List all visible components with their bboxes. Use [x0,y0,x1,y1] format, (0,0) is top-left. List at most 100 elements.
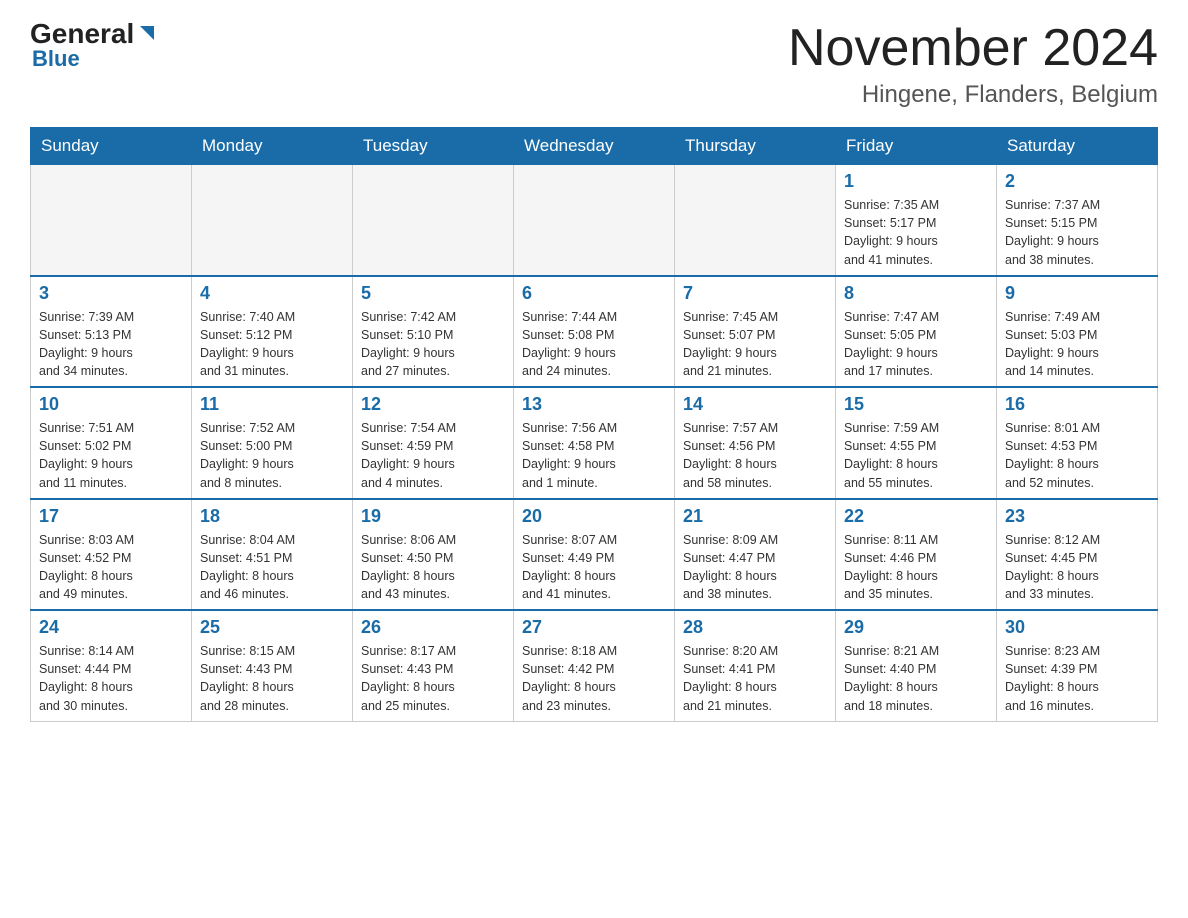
day-info: Sunrise: 7:45 AM Sunset: 5:07 PM Dayligh… [683,308,827,381]
calendar-cell: 13 Sunrise: 7:56 AM Sunset: 4:58 PM Dayli… [514,387,675,499]
week-row-3: 10Sunrise: 7:51 AM Sunset: 5:02 PM Dayli… [31,387,1158,499]
day-number: 13 [522,394,666,415]
calendar-cell: 12 Sunrise: 7:54 AM Sunset: 4:59 PM Dayli… [353,387,514,499]
day-number: 24 [39,617,183,638]
calendar-cell: 19Sunrise: 8:06 AM Sunset: 4:50 PM Dayli… [353,499,514,611]
day-info: Sunrise: 7:56 AM Sunset: 4:58 PM Dayligh… [522,419,666,492]
day-info: Sunrise: 7:47 AM Sunset: 5:05 PM Dayligh… [844,308,988,381]
logo-general: General [30,20,134,48]
day-info: Sunrise: 8:03 AM Sunset: 4:52 PM Dayligh… [39,531,183,604]
day-number: 11 [200,394,344,415]
calendar-cell [353,165,514,276]
day-info: Sunrise: 7:39 AM Sunset: 5:13 PM Dayligh… [39,308,183,381]
calendar-cell: 11Sunrise: 7:52 AM Sunset: 5:00 PM Dayli… [192,387,353,499]
logo-blue: Blue [32,46,80,72]
day-number: 23 [1005,506,1149,527]
day-info: Sunrise: 8:07 AM Sunset: 4:49 PM Dayligh… [522,531,666,604]
day-number: 17 [39,506,183,527]
calendar-header-row: SundayMondayTuesdayWednesdayThursdayFrid… [31,128,1158,165]
day-info: Sunrise: 8:06 AM Sunset: 4:50 PM Dayligh… [361,531,505,604]
day-number: 1 [844,171,988,192]
day-number: 3 [39,283,183,304]
day-number: 28 [683,617,827,638]
day-info: Sunrise: 7:49 AM Sunset: 5:03 PM Dayligh… [1005,308,1149,381]
day-info: Sunrise: 7:40 AM Sunset: 5:12 PM Dayligh… [200,308,344,381]
calendar-cell: 2 Sunrise: 7:37 AM Sunset: 5:15 PM Daylig… [997,165,1158,276]
day-info: Sunrise: 8:18 AM Sunset: 4:42 PM Dayligh… [522,642,666,715]
day-number: 25 [200,617,344,638]
calendar-cell: 28 Sunrise: 8:20 AM Sunset: 4:41 PM Dayli… [675,610,836,721]
day-number: 21 [683,506,827,527]
calendar-cell: 26 Sunrise: 8:17 AM Sunset: 4:43 PM Dayli… [353,610,514,721]
day-number: 10 [39,394,183,415]
day-number: 7 [683,283,827,304]
day-number: 14 [683,394,827,415]
calendar-cell [31,165,192,276]
day-info: Sunrise: 8:09 AM Sunset: 4:47 PM Dayligh… [683,531,827,604]
day-number: 12 [361,394,505,415]
week-row-5: 24 Sunrise: 8:14 AM Sunset: 4:44 PM Dayli… [31,610,1158,721]
day-info: Sunrise: 8:15 AM Sunset: 4:43 PM Dayligh… [200,642,344,715]
logo: General Blue [30,20,158,72]
header-wednesday: Wednesday [514,128,675,165]
calendar-cell: 21 Sunrise: 8:09 AM Sunset: 4:47 PM Dayli… [675,499,836,611]
calendar-cell: 20Sunrise: 8:07 AM Sunset: 4:49 PM Dayli… [514,499,675,611]
calendar-cell: 5 Sunrise: 7:42 AM Sunset: 5:10 PM Daylig… [353,276,514,388]
day-info: Sunrise: 8:21 AM Sunset: 4:40 PM Dayligh… [844,642,988,715]
day-info: Sunrise: 8:17 AM Sunset: 4:43 PM Dayligh… [361,642,505,715]
header-monday: Monday [192,128,353,165]
logo-triangle-icon [136,22,158,44]
calendar-cell [192,165,353,276]
day-number: 4 [200,283,344,304]
week-row-4: 17 Sunrise: 8:03 AM Sunset: 4:52 PM Dayli… [31,499,1158,611]
calendar-cell: 9 Sunrise: 7:49 AM Sunset: 5:03 PM Daylig… [997,276,1158,388]
day-number: 8 [844,283,988,304]
day-info: Sunrise: 7:37 AM Sunset: 5:15 PM Dayligh… [1005,196,1149,269]
header-sunday: Sunday [31,128,192,165]
calendar-cell: 16 Sunrise: 8:01 AM Sunset: 4:53 PM Dayli… [997,387,1158,499]
header-thursday: Thursday [675,128,836,165]
calendar-cell: 27Sunrise: 8:18 AM Sunset: 4:42 PM Dayli… [514,610,675,721]
day-number: 26 [361,617,505,638]
day-number: 5 [361,283,505,304]
day-info: Sunrise: 8:12 AM Sunset: 4:45 PM Dayligh… [1005,531,1149,604]
day-number: 9 [1005,283,1149,304]
day-info: Sunrise: 7:59 AM Sunset: 4:55 PM Dayligh… [844,419,988,492]
day-info: Sunrise: 7:42 AM Sunset: 5:10 PM Dayligh… [361,308,505,381]
day-info: Sunrise: 8:14 AM Sunset: 4:44 PM Dayligh… [39,642,183,715]
calendar-cell: 18 Sunrise: 8:04 AM Sunset: 4:51 PM Dayli… [192,499,353,611]
header-saturday: Saturday [997,128,1158,165]
calendar-cell: 8 Sunrise: 7:47 AM Sunset: 5:05 PM Daylig… [836,276,997,388]
day-info: Sunrise: 8:20 AM Sunset: 4:41 PM Dayligh… [683,642,827,715]
day-info: Sunrise: 8:01 AM Sunset: 4:53 PM Dayligh… [1005,419,1149,492]
day-info: Sunrise: 8:11 AM Sunset: 4:46 PM Dayligh… [844,531,988,604]
calendar-cell: 1 Sunrise: 7:35 AM Sunset: 5:17 PM Daylig… [836,165,997,276]
week-row-2: 3 Sunrise: 7:39 AM Sunset: 5:13 PM Daylig… [31,276,1158,388]
week-row-1: 1 Sunrise: 7:35 AM Sunset: 5:17 PM Daylig… [31,165,1158,276]
day-info: Sunrise: 8:04 AM Sunset: 4:51 PM Dayligh… [200,531,344,604]
location-title: Hingene, Flanders, Belgium [788,81,1158,109]
page-header: General Blue November 2024 Hingene, Flan… [30,20,1158,109]
calendar-cell: 4 Sunrise: 7:40 AM Sunset: 5:12 PM Daylig… [192,276,353,388]
header-friday: Friday [836,128,997,165]
day-number: 29 [844,617,988,638]
calendar-cell: 10Sunrise: 7:51 AM Sunset: 5:02 PM Dayli… [31,387,192,499]
calendar-cell: 24 Sunrise: 8:14 AM Sunset: 4:44 PM Dayli… [31,610,192,721]
day-number: 15 [844,394,988,415]
calendar-cell [514,165,675,276]
header-tuesday: Tuesday [353,128,514,165]
day-info: Sunrise: 7:54 AM Sunset: 4:59 PM Dayligh… [361,419,505,492]
day-number: 30 [1005,617,1149,638]
calendar-cell: 3 Sunrise: 7:39 AM Sunset: 5:13 PM Daylig… [31,276,192,388]
day-number: 18 [200,506,344,527]
day-info: Sunrise: 7:57 AM Sunset: 4:56 PM Dayligh… [683,419,827,492]
day-info: Sunrise: 8:23 AM Sunset: 4:39 PM Dayligh… [1005,642,1149,715]
day-number: 16 [1005,394,1149,415]
calendar-cell: 23 Sunrise: 8:12 AM Sunset: 4:45 PM Dayli… [997,499,1158,611]
calendar-cell: 29 Sunrise: 8:21 AM Sunset: 4:40 PM Dayli… [836,610,997,721]
calendar-cell: 22Sunrise: 8:11 AM Sunset: 4:46 PM Dayli… [836,499,997,611]
day-number: 2 [1005,171,1149,192]
calendar-cell: 14 Sunrise: 7:57 AM Sunset: 4:56 PM Dayli… [675,387,836,499]
day-info: Sunrise: 7:35 AM Sunset: 5:17 PM Dayligh… [844,196,988,269]
calendar-cell: 6Sunrise: 7:44 AM Sunset: 5:08 PM Daylig… [514,276,675,388]
